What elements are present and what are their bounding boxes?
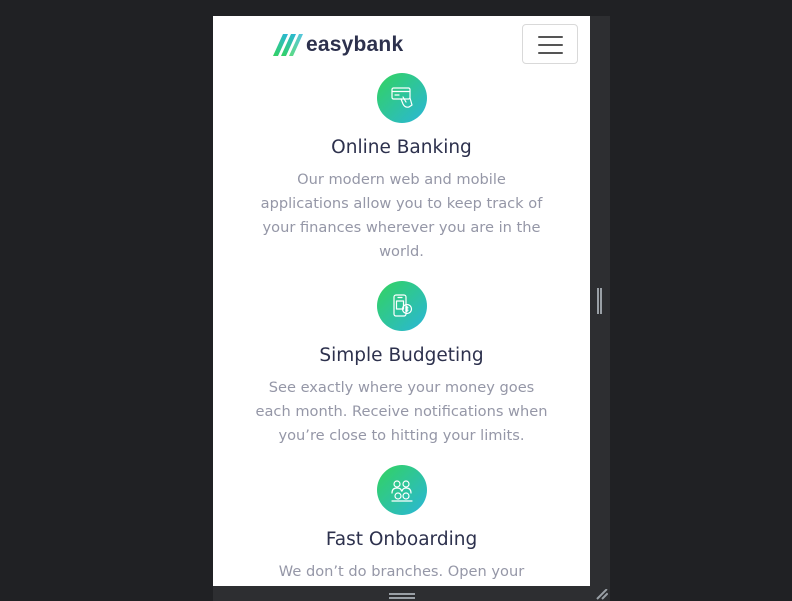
feature-description: See exactly where your money goes each m… <box>255 379 548 444</box>
feature-title: Online Banking <box>331 137 472 158</box>
feature-fast-onboarding: Fast Onboarding We don’t do branches. Op… <box>213 465 590 584</box>
feature-simple-budgeting: Simple Budgeting See exactly where your … <box>213 281 590 448</box>
page-viewport: easybank Online Banking Our modern web a… <box>213 16 590 586</box>
resize-corner-icon[interactable] <box>596 589 608 601</box>
feature-title: Fast Onboarding <box>325 529 478 550</box>
feature-title: Simple Budgeting <box>319 345 484 366</box>
hamburger-line <box>538 44 563 46</box>
hamburger-menu-button[interactable] <box>522 24 578 64</box>
feature-online-banking: Online Banking Our modern web and mobile… <box>213 73 590 264</box>
resize-handle-icon[interactable] <box>389 593 415 599</box>
logo-link[interactable]: easybank <box>273 34 403 56</box>
hamburger-menu-icon <box>538 36 563 38</box>
onboarding-icon <box>376 465 427 515</box>
feature-description: Our modern web and mobile applications a… <box>260 171 543 260</box>
logo-text: easybank <box>306 33 404 56</box>
budgeting-icon <box>376 281 427 331</box>
online-banking-icon <box>376 73 427 123</box>
site-header: easybank <box>213 16 590 72</box>
easybank-logo-icon <box>273 34 303 56</box>
feature-description: We don’t do branches. Open your <box>278 563 525 580</box>
device-frame: easybank Online Banking Our modern web a… <box>213 16 610 601</box>
resize-handle-icon[interactable] <box>597 288 602 314</box>
hamburger-line <box>538 52 563 54</box>
